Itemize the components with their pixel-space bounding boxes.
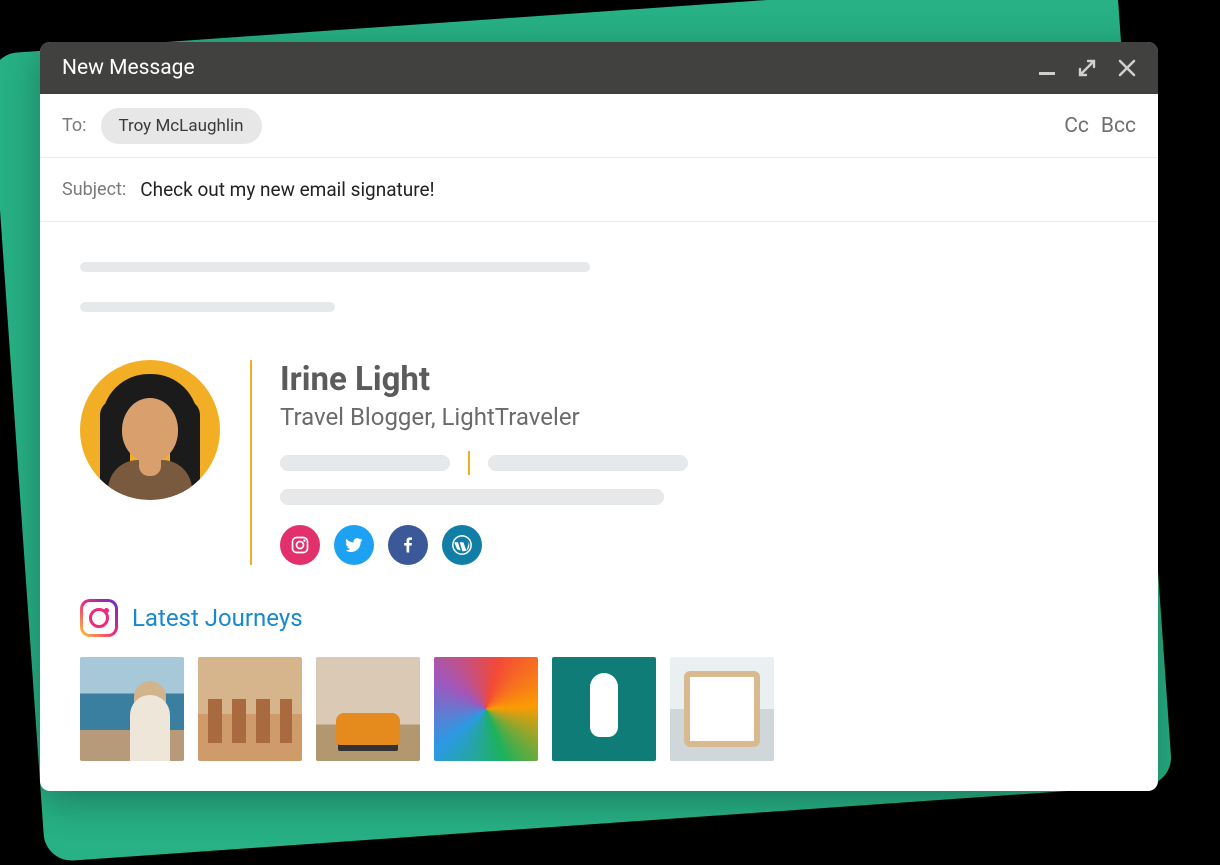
to-label: To:: [62, 115, 87, 136]
social-links: [280, 525, 688, 565]
detail-placeholder: [488, 455, 688, 471]
to-row[interactable]: To: Troy McLaughlin Cc Bcc: [40, 94, 1158, 158]
gallery-thumbnail[interactable]: [80, 657, 184, 761]
avatar: [80, 360, 220, 500]
email-signature: Irine Light Travel Blogger, LightTravele…: [80, 360, 1118, 565]
compose-window: New Message To: Troy McLaughlin Cc Bcc S…: [40, 42, 1158, 791]
divider: [468, 451, 470, 475]
body-text-placeholder: [80, 302, 335, 312]
gallery-thumbnail[interactable]: [552, 657, 656, 761]
signature-name: Irine Light: [280, 360, 688, 399]
instagram-icon[interactable]: [80, 599, 118, 637]
titlebar: New Message: [40, 42, 1158, 94]
message-body[interactable]: Irine Light Travel Blogger, LightTravele…: [40, 222, 1158, 791]
gallery-thumbnail[interactable]: [670, 657, 774, 761]
twitter-icon[interactable]: [334, 525, 374, 565]
instagram-icon[interactable]: [280, 525, 320, 565]
detail-placeholder: [280, 489, 664, 505]
subject-text: Check out my new email signature!: [140, 178, 434, 201]
bcc-button[interactable]: Bcc: [1101, 114, 1136, 138]
minimize-icon[interactable]: [1038, 59, 1056, 77]
photo-gallery: [80, 657, 1118, 761]
expand-icon[interactable]: [1078, 59, 1096, 77]
gallery-thumbnail[interactable]: [434, 657, 538, 761]
wordpress-icon[interactable]: [442, 525, 482, 565]
window-title: New Message: [62, 56, 195, 80]
gallery-thumbnail[interactable]: [316, 657, 420, 761]
window-controls: [1038, 59, 1136, 77]
gallery-title[interactable]: Latest Journeys: [132, 604, 303, 632]
detail-placeholder: [280, 455, 450, 471]
gallery-header: Latest Journeys: [80, 599, 1118, 637]
recipient-chip[interactable]: Troy McLaughlin: [101, 108, 262, 144]
subject-row[interactable]: Subject: Check out my new email signatur…: [40, 158, 1158, 222]
signature-details: Irine Light Travel Blogger, LightTravele…: [250, 360, 688, 565]
subject-label: Subject:: [62, 179, 126, 200]
signature-title: Travel Blogger, LightTraveler: [280, 403, 688, 431]
gallery-thumbnail[interactable]: [198, 657, 302, 761]
cc-button[interactable]: Cc: [1064, 114, 1089, 138]
facebook-icon[interactable]: [388, 525, 428, 565]
close-icon[interactable]: [1118, 59, 1136, 77]
body-text-placeholder: [80, 262, 590, 272]
